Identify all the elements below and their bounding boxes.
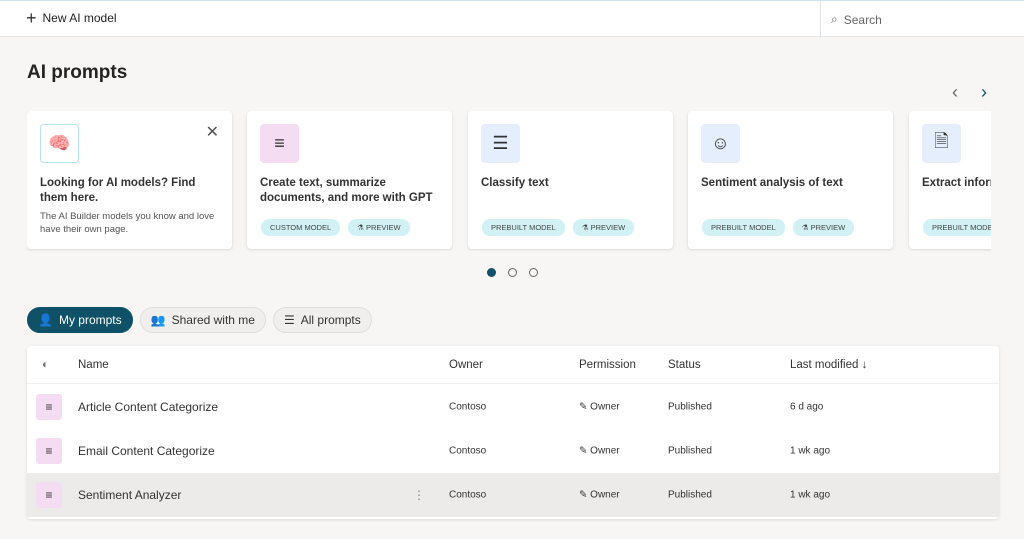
prompt-filters: 👤 My prompts 👥 Shared with me ☰ All prompts bbox=[27, 307, 372, 333]
document-extract-icon: 🗎 bbox=[922, 124, 961, 163]
carousel-pagination bbox=[487, 268, 538, 277]
search-input[interactable]: ⌕ Search bbox=[820, 1, 1024, 38]
prompt-icon: ≡ bbox=[36, 394, 62, 420]
card-sentiment-analysis[interactable]: ☺ Sentiment analysis of text PREBUILT MO… bbox=[688, 111, 893, 249]
plus-icon: + bbox=[26, 8, 37, 28]
pencil-icon: ✎ bbox=[579, 445, 588, 457]
pencil-icon: ✎ bbox=[579, 401, 588, 413]
text-columns-icon: ☰ bbox=[481, 124, 520, 163]
smiley-icon: ☺ bbox=[701, 124, 740, 163]
carousel-prev-button[interactable]: ‹ bbox=[952, 82, 958, 103]
card-extract-information[interactable]: 🗎 Extract inform PREBUILT MODE bbox=[909, 111, 991, 249]
card-create-text-gpt[interactable]: ≡ Create text, summarize documents, and … bbox=[247, 111, 452, 249]
prompt-icon: ≡ bbox=[36, 482, 62, 508]
list-icon: ☰ bbox=[283, 313, 295, 327]
new-ai-model-button[interactable]: + New AI model bbox=[26, 8, 117, 28]
preview-tag: ⚗ PREVIEW bbox=[792, 219, 855, 236]
ai-prompts-carousel: 🧠 ✕ Looking for AI models? Find them her… bbox=[27, 111, 991, 251]
command-bar: + New AI model ⌕ Search bbox=[0, 0, 1024, 38]
card-find-ai-models[interactable]: 🧠 ✕ Looking for AI models? Find them her… bbox=[27, 111, 232, 249]
table-row[interactable]: ≡ Email Content Categorize Contoso ✎ Own… bbox=[27, 429, 999, 473]
preview-tag: ⚗ PREVIEW bbox=[348, 219, 410, 236]
table-row[interactable]: ≡ Article Content Categorize Contoso ✎ O… bbox=[27, 385, 999, 429]
filter-my-prompts[interactable]: 👤 My prompts bbox=[27, 307, 133, 333]
prompt-icon: ≡ bbox=[36, 438, 62, 464]
type-column-icon: ◐ bbox=[42, 358, 49, 371]
model-tag: PREBUILT MODEL bbox=[482, 219, 565, 236]
filter-all-prompts[interactable]: ☰ All prompts bbox=[272, 307, 372, 333]
carousel-next-button[interactable]: › bbox=[981, 82, 987, 103]
page-dot-3[interactable] bbox=[529, 268, 538, 277]
brain-icon: 🧠 bbox=[40, 124, 79, 163]
model-tag: PREBUILT MODEL bbox=[702, 219, 785, 236]
model-tag: CUSTOM MODEL bbox=[261, 219, 341, 236]
page-title: AI prompts bbox=[27, 62, 128, 83]
preview-tag: ⚗ PREVIEW bbox=[572, 219, 635, 236]
table-header: ◐ Name Owner Permission Status Last modi… bbox=[27, 346, 999, 384]
search-icon: ⌕ bbox=[831, 12, 838, 26]
card-classify-text[interactable]: ☰ Classify text PREBUILT MODEL ⚗ PREVIEW bbox=[468, 111, 673, 249]
page-dot-2[interactable] bbox=[508, 268, 517, 277]
people-icon: 👥 bbox=[150, 313, 166, 327]
page-dot-1[interactable] bbox=[487, 268, 496, 277]
text-sparkle-icon: ≡ bbox=[260, 124, 299, 163]
model-tag: PREBUILT MODE bbox=[923, 219, 991, 236]
close-icon[interactable]: ✕ bbox=[206, 122, 219, 142]
person-icon: 👤 bbox=[38, 313, 53, 327]
pencil-icon: ✎ bbox=[579, 489, 588, 501]
prompts-table: ◐ Name Owner Permission Status Last modi… bbox=[27, 346, 999, 519]
more-options-icon[interactable]: ⋮ bbox=[413, 488, 425, 502]
filter-shared-with-me[interactable]: 👥 Shared with me bbox=[139, 307, 266, 333]
table-row[interactable]: ≡ Sentiment Analyzer ⋮ Contoso ✎ Owner P… bbox=[27, 473, 999, 517]
